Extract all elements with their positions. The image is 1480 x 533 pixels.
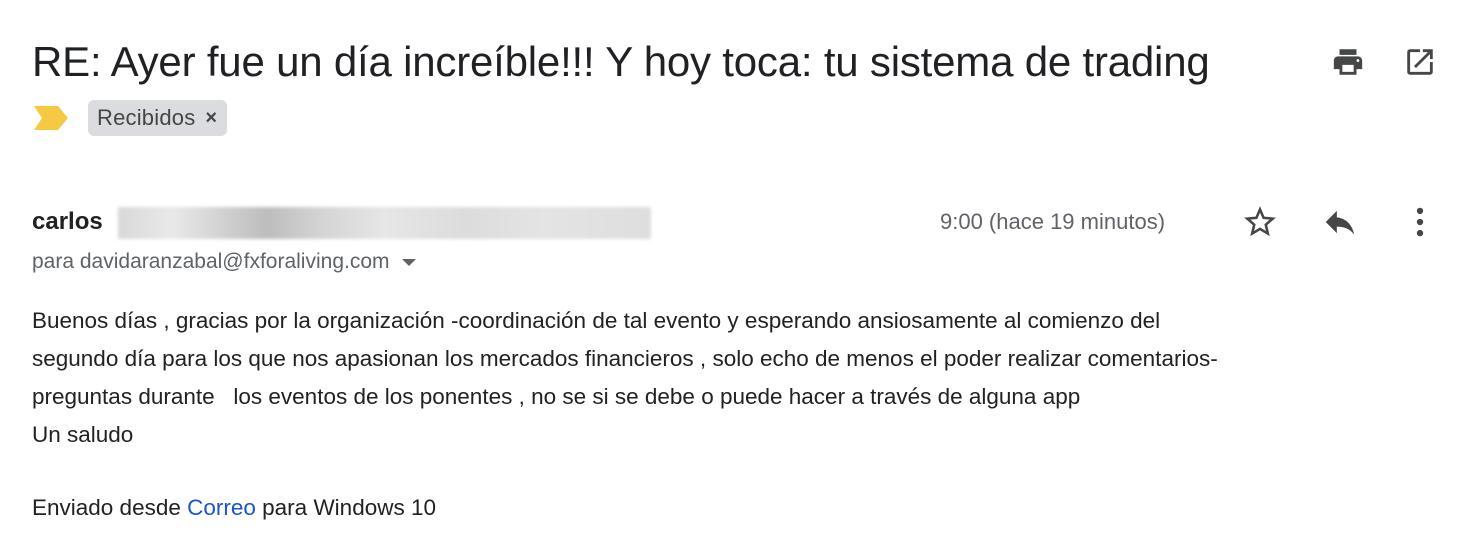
importance-marker[interactable] bbox=[34, 106, 68, 130]
body-line: segundo día para los que nos apasionan l… bbox=[32, 346, 1218, 371]
message-timestamp: 9:00 (hace 19 minutos) bbox=[940, 209, 1166, 234]
signature-suffix: para Windows 10 bbox=[255, 495, 436, 520]
body-line: preguntas durante los eventos de los pon… bbox=[32, 384, 1081, 409]
reply-icon bbox=[1325, 210, 1355, 235]
message-body: Buenos días , gracias por la organizació… bbox=[32, 302, 1452, 454]
body-line: Un saludo bbox=[32, 422, 134, 447]
signature-prefix: Enviado desde bbox=[32, 495, 188, 520]
print-all-button[interactable] bbox=[1330, 44, 1366, 80]
remove-label-button[interactable]: × bbox=[205, 108, 217, 128]
signature-link-correo[interactable]: Correo bbox=[187, 495, 256, 520]
importance-marker-icon bbox=[34, 106, 68, 130]
star-icon bbox=[1244, 206, 1276, 237]
recipient-details: para davidaranzabal@fxforaliving.com bbox=[32, 248, 416, 276]
reply-button[interactable] bbox=[1320, 202, 1360, 242]
open-in-new-window-button[interactable] bbox=[1402, 44, 1438, 80]
more-vertical-icon bbox=[1416, 207, 1424, 237]
message-signature: Enviado desde Correo para Windows 10 bbox=[32, 489, 436, 527]
open-in-new-window-icon bbox=[1407, 49, 1433, 75]
sender-name[interactable]: carlos bbox=[32, 206, 103, 238]
star-button[interactable] bbox=[1240, 202, 1280, 242]
email-subject: RE: Ayer fue un día increíble!!! Y hoy t… bbox=[32, 38, 1210, 85]
print-icon bbox=[1333, 49, 1363, 75]
recipient-text: para davidaranzabal@fxforaliving.com bbox=[32, 250, 390, 273]
more-options-button[interactable] bbox=[1400, 202, 1440, 242]
body-line: Buenos días , gracias por la organizació… bbox=[32, 308, 1161, 333]
label-chip-text: Recibidos bbox=[97, 105, 196, 130]
sender-email-redacted bbox=[118, 207, 651, 239]
chevron-down-icon[interactable] bbox=[401, 258, 416, 266]
label-chip-recibidos: Recibidos × bbox=[88, 100, 228, 136]
